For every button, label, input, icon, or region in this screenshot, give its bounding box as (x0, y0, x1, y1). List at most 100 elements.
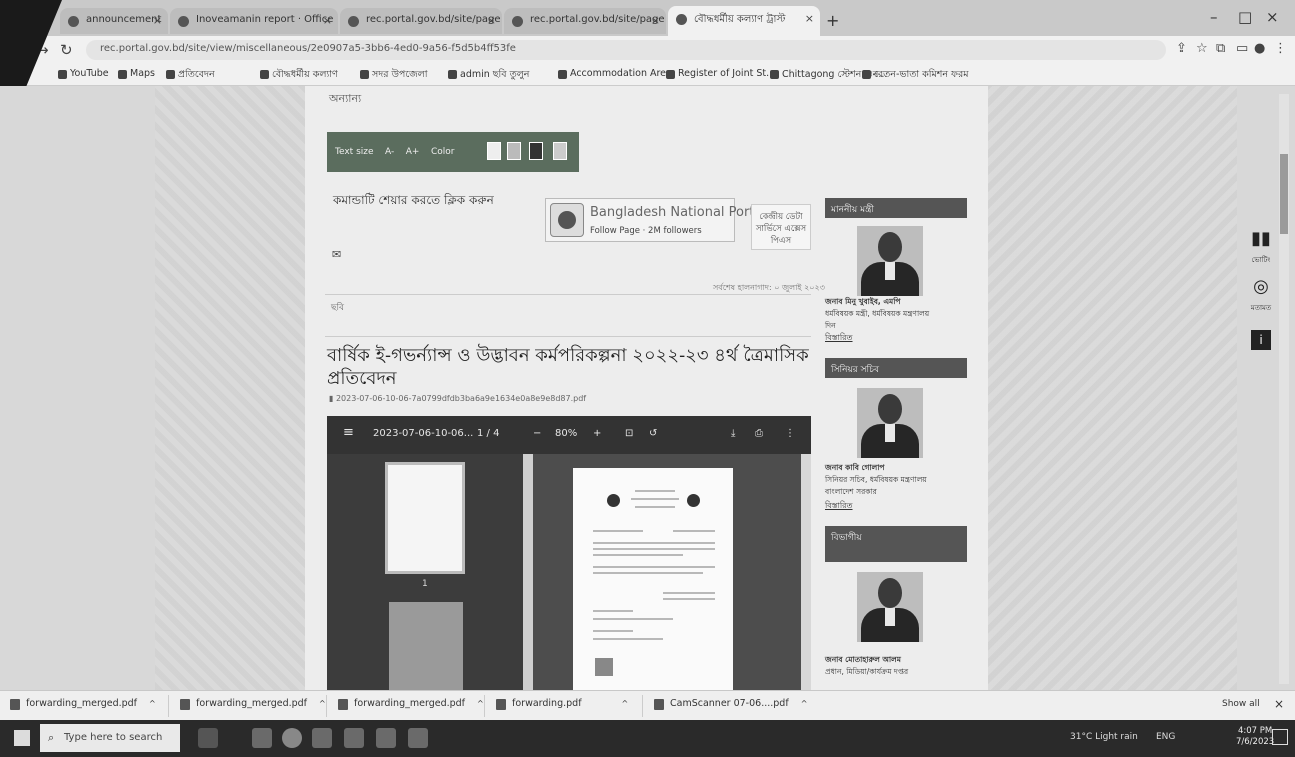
chrome-icon[interactable] (282, 728, 302, 748)
color-option-grey[interactable] (553, 142, 567, 160)
bookmark-item[interactable]: বৌদ্ধধর্মীয় কল্যাণ (260, 68, 338, 83)
fit-page-icon[interactable]: ⊡ (625, 428, 633, 439)
app-icon[interactable] (408, 728, 428, 748)
pdf-menu-icon[interactable]: ≡ (343, 425, 354, 440)
menu-icon[interactable]: ⋮ (1274, 41, 1287, 56)
minimize-icon[interactable]: – (1210, 8, 1218, 26)
share-icon[interactable]: ⇪ (1176, 41, 1187, 56)
show-all-button[interactable]: Show all (1222, 699, 1260, 709)
scrollbar-thumb[interactable] (1280, 154, 1288, 234)
tab-close-icon[interactable]: × (487, 14, 496, 27)
page-thumbnail[interactable] (385, 462, 465, 574)
address-bar: ← → ↻ rec.portal.gov.bd/site/view/miscel… (0, 36, 1295, 64)
main-content: অন্যান্য Text size A- A+ Color কমান্ডাটি… (305, 86, 988, 690)
tab-close-icon[interactable]: × (805, 12, 814, 25)
color-option-white[interactable] (487, 142, 501, 160)
app-icon[interactable] (344, 728, 364, 748)
new-tab-button[interactable]: + (826, 11, 839, 30)
zoom-in-icon[interactable]: + (593, 428, 601, 439)
bookmark-item[interactable]: Register of Joint St... (666, 68, 775, 79)
poll-label: ভোটিং (1251, 256, 1271, 264)
download-item[interactable]: CamScanner 07-06....pdf ^ (654, 698, 808, 710)
bar-chart-icon[interactable]: ▮▮ (1244, 228, 1278, 249)
pdf-file-icon: ▮ (329, 394, 336, 403)
browser-tab-4[interactable]: rec.portal.gov.bd/site/page × (504, 8, 666, 34)
chevron-up-icon[interactable]: ^ (477, 699, 484, 708)
print-icon[interactable]: ⎙ (755, 428, 763, 439)
taskbar-search[interactable]: ⌕ Type here to search (40, 724, 180, 752)
accessibility-toolbar: Text size A- A+ Color (327, 132, 579, 172)
download-item[interactable]: forwarding_merged.pdf ^ (338, 698, 484, 710)
pdf-file-name[interactable]: 2023-07-06-10-06-7a0799dfdb3ba6a9e1634e0… (336, 394, 586, 403)
minister-name: জনাব মিনু খুবাইব, এমপি (825, 297, 901, 306)
page-thumbnail[interactable] (389, 602, 463, 690)
share-icon[interactable]: ✉ (332, 248, 341, 261)
info-icon[interactable]: i (1244, 328, 1278, 350)
text-increase-button[interactable]: A+ (406, 147, 420, 157)
text-decrease-button[interactable]: A- (385, 147, 394, 157)
follow-page-button[interactable]: Follow Page · 2M followers (590, 226, 702, 236)
app-icon[interactable] (376, 728, 396, 748)
download-item[interactable]: forwarding_merged.pdf ^ (180, 698, 326, 710)
chevron-up-icon[interactable]: ^ (149, 699, 156, 708)
rotate-icon[interactable]: ↺ (649, 428, 657, 439)
download-item[interactable]: forwarding_merged.pdf ^ (10, 698, 156, 710)
facebook-page-name[interactable]: Bangladesh National Portal (590, 205, 766, 220)
system-clock[interactable]: 4:07 PM 7/6/2023 (1236, 726, 1274, 748)
facebook-page-widget[interactable]: Bangladesh National Portal Follow Page ·… (545, 198, 766, 242)
bookmark-item[interactable]: admin ছবি তুলুন (448, 68, 529, 83)
tab-close-icon[interactable]: × (153, 14, 162, 27)
tab-close-icon[interactable]: × (323, 14, 332, 27)
app-icon[interactable] (312, 728, 332, 748)
portrait-shirt (885, 262, 895, 280)
sidepanel-icon[interactable]: ▭ (1236, 41, 1248, 56)
color-option-light[interactable] (507, 142, 521, 160)
download-icon[interactable]: ⤓ (731, 428, 735, 439)
close-icon[interactable]: × (1274, 697, 1284, 711)
extensions-icon[interactable]: ⧉ (1216, 41, 1225, 56)
maximize-icon[interactable]: □ (1238, 8, 1252, 26)
task-view-icon[interactable] (198, 728, 218, 748)
color-option-dark[interactable] (529, 142, 543, 160)
browser-tab-3[interactable]: rec.portal.gov.bd/site/page × (340, 8, 502, 34)
notification-icon[interactable] (1272, 729, 1288, 745)
tab-title: announcement (86, 14, 162, 25)
bookmark-item[interactable]: Maps (118, 68, 155, 79)
pdf-more-icon[interactable]: ⋮ (785, 428, 795, 439)
app-icon[interactable] (252, 728, 272, 748)
bookmark-item[interactable]: প্রতিবেদন (166, 68, 215, 83)
chat-icon[interactable]: ◎ (1244, 276, 1278, 297)
tab-close-icon[interactable]: × (651, 14, 660, 27)
page-scrollbar[interactable] (1279, 94, 1289, 684)
language-indicator[interactable]: ENG (1156, 732, 1175, 742)
profile-icon[interactable]: ● (1254, 41, 1265, 56)
windows-start-icon[interactable] (14, 730, 30, 746)
breadcrumb[interactable]: অন্যান্য (329, 90, 361, 109)
star-icon[interactable]: ☆ (1196, 41, 1208, 56)
browser-tab-2[interactable]: Inoveamanin report · Office × (170, 8, 338, 34)
central-data-button[interactable]: কেন্দ্রীয় ডেটা সার্ভিসে এক্সেস পিএস (751, 204, 811, 250)
reload-icon[interactable]: ↻ (60, 41, 73, 59)
url-input[interactable]: rec.portal.gov.bd/site/view/miscellaneou… (86, 40, 1166, 60)
chevron-up-icon[interactable]: ^ (319, 699, 326, 708)
browser-tab-1[interactable]: announcement × (60, 8, 168, 34)
thumbnail-scrollbar[interactable] (523, 454, 533, 690)
close-window-icon[interactable]: × (1266, 8, 1279, 26)
bookmark-item[interactable]: Accommodation Area (558, 68, 672, 79)
pdf-page-info[interactable]: 1 / 4 (477, 428, 499, 439)
chevron-up-icon[interactable]: ^ (622, 699, 629, 708)
bookmark-item[interactable]: বেতন-ভাতা কমিশন ফরম (862, 68, 969, 83)
secretary-details-link[interactable]: বিস্তারিত (825, 500, 853, 513)
pdf-scrollbar[interactable] (801, 454, 811, 690)
weather-widget[interactable]: 31°C Light rain (1070, 732, 1138, 742)
browser-tab-active[interactable]: বৌদ্ধধর্মীয় কল্যাণ ট্রাস্ট × (668, 6, 820, 36)
sidebar-heading-secretary: সিনিয়র সচিব (825, 358, 967, 378)
zoom-out-icon[interactable]: − (533, 428, 541, 439)
minister-details-link[interactable]: বিস্তারিত (825, 332, 853, 345)
chevron-up-icon[interactable]: ^ (801, 699, 808, 708)
download-item[interactable]: forwarding.pdf ^ (496, 698, 629, 710)
bookmark-item[interactable]: YouTube (58, 68, 109, 79)
pdf-zoom[interactable]: 80% (555, 428, 577, 439)
bookmark-item[interactable]: সদর উপজেলা (360, 68, 428, 83)
pdf-download-link[interactable]: ▮ 2023-07-06-10-06-7a0799dfdb3ba6a9e1634… (329, 394, 586, 403)
